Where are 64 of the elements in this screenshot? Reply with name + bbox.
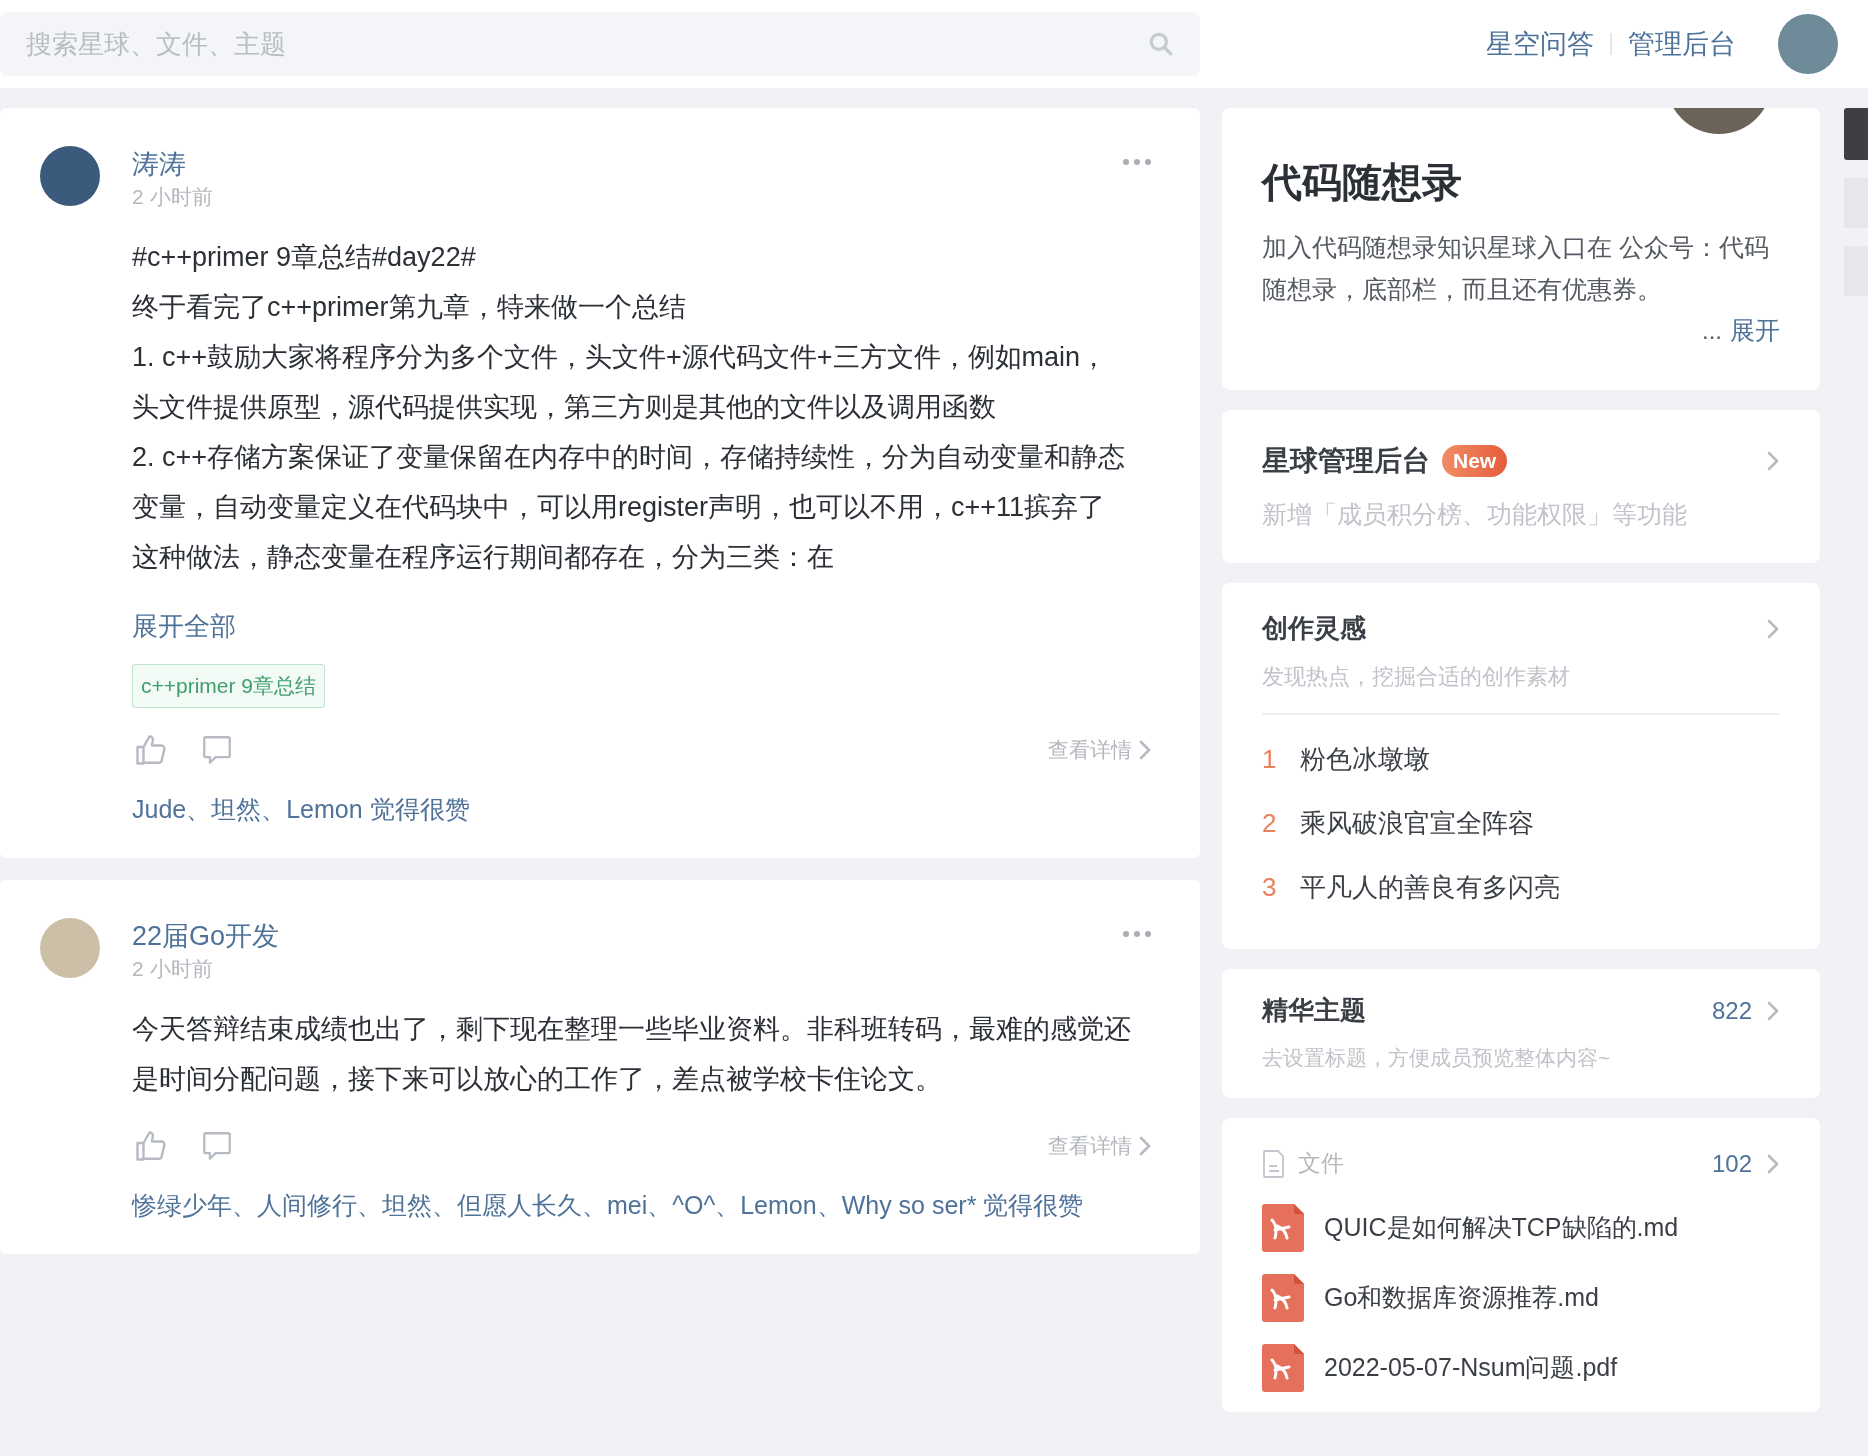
post-text: 今天答辩结束成绩也出了，剩下现在整理一些毕业资料。非科班转码，最难的感觉还是时间分配问题，接下来可以放心的工作了，差点被学校卡住论文。 (132, 1013, 1132, 1096)
trending-item[interactable]: 3 平凡人的善良有多闪亮 (1262, 855, 1780, 919)
author-name[interactable]: 涛涛 (132, 146, 213, 182)
trending-text: 粉色冰墩墩 (1300, 742, 1430, 776)
post-text: 终于看完了c++primer第九章，特来做一个总结 (132, 291, 687, 324)
card-title: 星球管理后台 (1262, 443, 1430, 478)
avatar (40, 918, 100, 978)
nav-link[interactable]: 管理后台 (1628, 23, 1736, 65)
chevron-right-icon (1138, 1135, 1152, 1157)
nav-link[interactable]: 星空问答 (1486, 23, 1594, 65)
trending-item[interactable]: 2 乘风破浪官宣全阵容 (1262, 791, 1780, 855)
likes-text: 惨绿少年、人间修行、坦然、但愿人长久、mei、^O^、Lemon、Why so ser* 觉得很赞 (132, 1190, 1085, 1221)
card-subtitle: 发现热点，挖掘合适的创作素材 (1262, 663, 1571, 691)
post-time: 2 小时前 (132, 184, 213, 210)
expand-link[interactable]: 展开 (1730, 312, 1780, 350)
file-name: QUIC是如何解决TCP缺陷的.md (1324, 1211, 1679, 1243)
post-text: 1. c++鼓励大家将程序分为多个文件，头文件+源代码文件+三方文件，例如main，头文件提供原型，源代码提供实现，第三方则是其他的文件以及调用函数 (132, 341, 1109, 424)
more-icon[interactable] (1122, 158, 1152, 166)
post-time: 2 小时前 (132, 956, 214, 982)
post-text: #c++primer 9章总结#day22# (132, 241, 477, 274)
post-text: 2. c++存储方案保证了变量保留在内存中的时间，存储持续性，分为自动变量和静态变量，自动变量定义在代码块中，可以用register声明，也可以不用，c++11摈弃了这种做法，静态变量在程序运行期间都存在，分为三类：在 (132, 441, 1127, 574)
file-icon (1262, 1273, 1304, 1322)
file-item[interactable]: QUIC是如何解决TCP缺陷的.md (1262, 1203, 1780, 1252)
rank-number: 3 (1262, 870, 1278, 904)
chevron-right-icon (1766, 449, 1780, 472)
topic-tag[interactable]: c++primer 9章总结 (132, 664, 326, 708)
card-title: 创作灵感 (1262, 612, 1366, 645)
file-item[interactable]: Go和数据库资源推荐.md (1262, 1273, 1780, 1322)
likes-text: Jude、坦然、Lemon 觉得很赞 (132, 794, 471, 825)
chevron-right-icon (1138, 739, 1152, 761)
file-icon (1262, 1343, 1304, 1392)
card-title: 文件 (1298, 1149, 1344, 1179)
new-badge: New (1442, 444, 1508, 477)
trending-text: 乘风破浪官宣全阵容 (1300, 806, 1534, 840)
side-tab[interactable] (1844, 108, 1868, 160)
rank-number: 2 (1262, 806, 1278, 840)
trending-item[interactable]: 1 粉色冰墩墩 (1262, 727, 1780, 791)
expand-all-link[interactable]: 展开全部 (132, 606, 236, 646)
chevron-right-icon (1766, 999, 1780, 1022)
file-name: Go和数据库资源推荐.md (1324, 1281, 1600, 1313)
group-description: 加入代码随想录知识星球入口在 公众号：代码随想录，底部栏，而且还有优惠券。 (1262, 232, 1770, 305)
file-icon (1262, 1203, 1304, 1252)
rank-number: 1 (1262, 742, 1278, 776)
group-title: 代码随想录 (1262, 159, 1463, 206)
chevron-right-icon (1766, 617, 1780, 640)
search-field[interactable]: 搜索星球、文件、主题 (0, 12, 1200, 76)
comment-icon[interactable] (200, 1129, 234, 1163)
comment-icon[interactable] (200, 733, 234, 767)
file-count[interactable]: 102 (1711, 1145, 1752, 1182)
more-icon[interactable] (1122, 930, 1152, 938)
chevron-right-icon (1766, 1152, 1780, 1175)
topic-count[interactable]: 822 (1711, 992, 1752, 1029)
file-item[interactable]: 2022-05-07-Nsum问题.pdf (1262, 1343, 1780, 1392)
card-subtitle: 新增「成员积分榜、功能权限」等功能 (1262, 498, 1688, 530)
trending-text: 平凡人的善良有多闪亮 (1300, 870, 1560, 904)
card-title: 精华主题 (1262, 994, 1366, 1027)
author-name[interactable]: 22届Go开发 (132, 918, 280, 954)
card-subtitle: 去设置标题，方便成员预览整体内容~ (1262, 1045, 1612, 1071)
document-icon (1262, 1148, 1286, 1179)
file-name: 2022-05-07-Nsum问题.pdf (1324, 1351, 1618, 1383)
avatar (40, 146, 100, 206)
user-avatar[interactable] (1778, 14, 1838, 74)
search-icon[interactable] (1148, 31, 1174, 57)
ellipsis-text: ... (1702, 316, 1722, 346)
